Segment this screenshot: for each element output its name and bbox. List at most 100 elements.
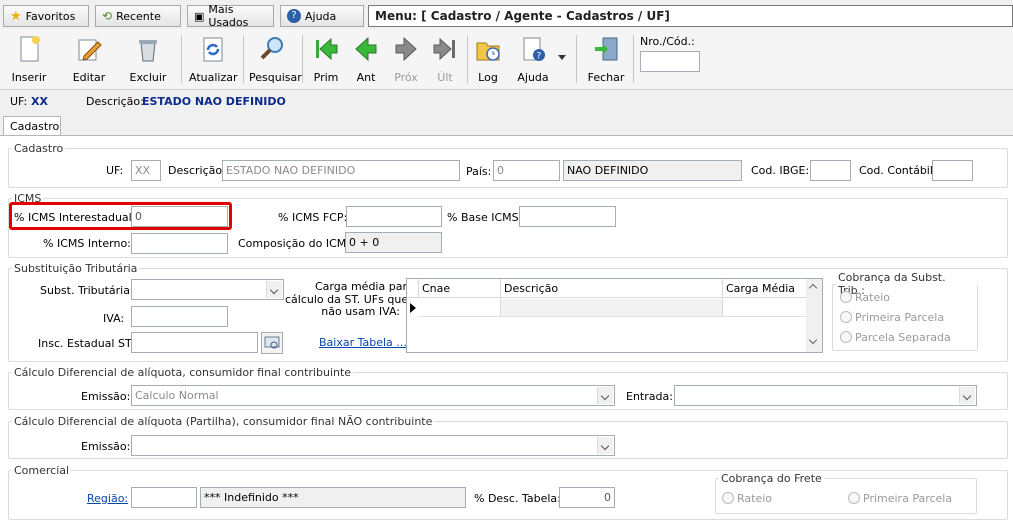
uf-input[interactable]: XX [131,160,161,181]
base-icms-label: % Base ICMS: [447,211,523,224]
difal-legend: Cálculo Diferencial de alíquota, consumi… [14,366,352,379]
favoritos-button[interactable]: ★ Favoritos [3,5,89,27]
pais-label: País: [466,165,492,178]
grid-cell-cnae[interactable] [419,299,501,317]
base-icms-input[interactable] [519,206,616,227]
lookup-icon [264,336,280,349]
frete-radio-rateio[interactable]: Rateio [722,492,772,505]
toolbar-separator [243,35,244,83]
nro-cod-label: Nro./Cód.: [640,35,695,48]
uf-label: UF: [106,164,124,177]
radio-icon [840,311,852,323]
ibge-input[interactable] [810,160,851,181]
grid-scrollbar[interactable] [806,279,822,352]
grid-header-cnae[interactable]: Cnae [419,279,501,298]
nro-cod-input[interactable] [640,51,700,72]
help-icon: ? [287,9,301,23]
regiao-code-input[interactable] [131,487,197,508]
highlight-box [9,202,232,230]
icms-fcp-input[interactable] [346,206,442,227]
descricao-info-label: Descrição: [86,95,144,108]
search-icon [260,37,283,60]
ajuda-dropdown-icon[interactable] [558,55,566,60]
radio-icon [848,492,860,504]
log-icon [476,42,500,61]
partilha-emissao-select[interactable] [131,435,615,456]
menu-path: Menu: [ Cadastro / Agente - Cadastros / … [368,5,1013,27]
toolbar-separator [181,35,182,83]
insc-estadual-st-input[interactable] [131,332,258,353]
cobranca-frete-legend: Cobrança do Frete [721,472,822,485]
carga-label-line1: Carga média para [315,280,414,293]
desc-tabela-input[interactable]: 0 [559,487,615,508]
difal-entrada-select[interactable] [674,385,977,406]
ajuda-nav-button[interactable]: ? Ajuda [280,5,364,27]
subst-tributaria-select[interactable] [131,279,284,300]
grid-header-carga-media[interactable]: Carga Média [723,279,807,298]
radio-parcela-separada[interactable]: Parcela Separada [840,331,951,344]
history-icon: ⟲ [102,9,113,23]
frete-radio-primeira-parcela[interactable]: Primeira Parcela [848,492,952,505]
inserir-button[interactable]: Inserir [5,29,53,87]
excluir-button[interactable]: Excluir [124,29,172,87]
ajuda-toolbar-button[interactable]: ? Ajuda [510,29,556,87]
atualizar-button[interactable]: Atualizar [189,29,238,87]
composicao-field: 0 + 0 [345,232,442,253]
radio-primeira-parcela[interactable]: Primeira Parcela [840,311,944,324]
recente-button[interactable]: ⟲ Recente [95,5,181,27]
carga-media-grid[interactable]: Cnae Descrição Carga Média [406,278,823,353]
exit-door-icon [595,37,618,61]
insc-estadual-st-label: Insc. Estadual ST: [38,337,135,350]
scroll-up-icon[interactable] [808,283,818,293]
grid-cell-descricao[interactable] [501,299,723,317]
toolbar: Inserir Editar Excluir Atualizar Pesquis… [0,29,1013,90]
editar-button[interactable]: Editar [65,29,113,87]
grid-cell-carga-media[interactable] [723,299,807,317]
prox-button[interactable]: Próx [385,29,427,87]
refresh-icon [203,37,223,62]
ult-button[interactable]: Últ [424,29,466,87]
contabil-input[interactable] [932,160,973,181]
uf-info-value: XX [31,95,48,108]
toolbar-separator [633,35,634,83]
svg-text:?: ? [537,52,542,62]
pais-code-input[interactable]: 0 [493,160,560,181]
next-record-icon [395,36,417,62]
tab-strip: Cadastro [0,114,1013,136]
mais-usados-button[interactable]: ▣ Mais Usados [187,3,274,29]
pesquisar-button[interactable]: Pesquisar [249,29,302,87]
baixar-tabela-link[interactable]: Baixar Tabela ... [319,336,407,349]
prim-button[interactable]: Prim [305,29,347,87]
difal-emissao-select[interactable]: Calculo Normal [131,385,615,406]
regiao-name-field: *** Indefinido *** [200,487,466,508]
carga-label-line3: não usam IVA: [321,305,400,318]
icms-fcp-label: % ICMS FCP: [278,211,348,224]
iva-label: IVA: [103,312,125,325]
scroll-down-icon[interactable] [808,335,818,345]
icms-interno-input[interactable] [131,233,228,254]
log-button[interactable]: Log [466,29,510,87]
fechar-button[interactable]: Fechar [582,29,630,87]
chevron-down-icon[interactable] [597,437,613,454]
icms-interno-label: % ICMS Interno: [43,237,131,250]
toolbar-separator [302,35,303,83]
new-document-icon [20,36,40,62]
partilha-emissao-label: Emissão: [81,440,131,453]
chevron-down-icon[interactable] [959,387,975,404]
insc-lookup-button[interactable] [261,332,283,354]
partilha-legend: Cálculo Diferencial de alíquota (Partilh… [14,415,433,428]
chevron-down-icon[interactable] [597,387,613,404]
ant-button[interactable]: Ant [345,29,387,87]
radio-rateio[interactable]: Rateio [840,291,890,304]
comercial-legend: Comercial [14,464,70,477]
tab-cadastro[interactable]: Cadastro [3,116,61,136]
descricao-info-value: ESTADO NAO DEFINIDO [142,95,286,108]
ibge-label: Cod. IBGE: [751,164,810,177]
regiao-link[interactable]: Região: [87,492,128,505]
radio-icon [840,331,852,343]
descricao-input[interactable]: ESTADO NAO DEFINIDO [222,160,460,181]
iva-input[interactable] [131,306,228,327]
grid-header-descricao[interactable]: Descrição [501,279,723,298]
last-record-icon [433,37,455,61]
chevron-down-icon[interactable] [266,281,282,298]
